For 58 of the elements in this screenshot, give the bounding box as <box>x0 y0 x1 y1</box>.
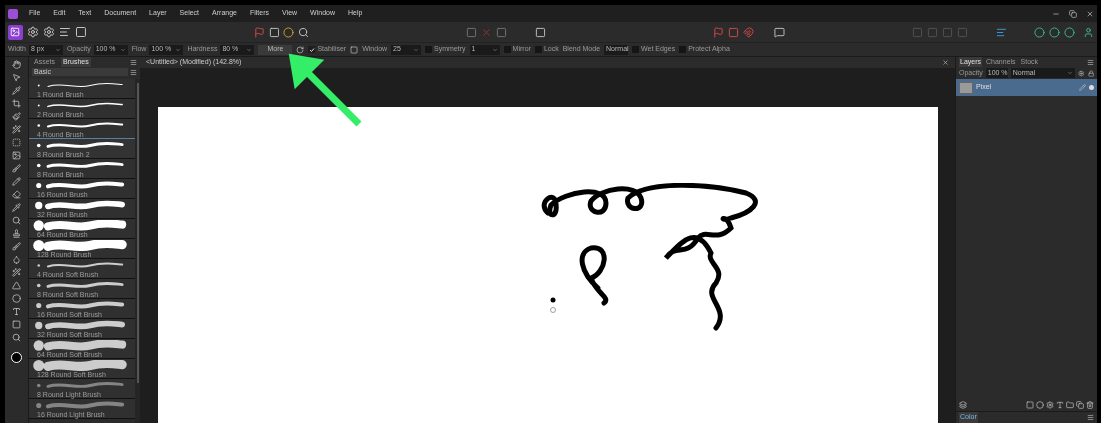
crop-icon[interactable] <box>12 99 21 108</box>
scrollbar[interactable] <box>135 79 140 423</box>
wand-icon[interactable] <box>12 125 21 134</box>
checkbox[interactable] <box>308 46 316 53</box>
pipette-icon[interactable] <box>12 86 21 95</box>
pointer-icon[interactable] <box>12 73 21 82</box>
zoom-icon[interactable] <box>12 333 21 342</box>
align-icon[interactable] <box>995 26 1007 38</box>
menu-icon[interactable] <box>1087 414 1094 421</box>
image-icon[interactable] <box>12 151 21 160</box>
menu-icon[interactable] <box>130 68 137 76</box>
text-icon[interactable] <box>1056 401 1064 409</box>
caret-icon <box>119 46 126 53</box>
text-icon[interactable] <box>12 307 21 316</box>
stamp-icon[interactable] <box>12 229 21 238</box>
caret-icon <box>175 46 182 53</box>
wand-icon[interactable] <box>12 268 21 277</box>
pencil-icon[interactable] <box>1079 84 1086 91</box>
lock-icon[interactable] <box>1087 69 1094 77</box>
tick-icon <box>308 46 315 53</box>
menu-icon[interactable] <box>1087 58 1094 66</box>
triangle-icon[interactable] <box>12 281 21 290</box>
menu-icon[interactable] <box>130 58 137 66</box>
folder-icon[interactable] <box>1066 401 1074 409</box>
caret-icon <box>413 46 420 53</box>
magnifier-icon[interactable] <box>298 26 310 38</box>
caret-icon <box>246 46 253 53</box>
app-logo-icon <box>8 8 18 19</box>
visibility-icon[interactable] <box>1089 85 1094 90</box>
hand-icon[interactable] <box>12 60 21 69</box>
user-icon[interactable] <box>1083 26 1095 38</box>
brush-icon[interactable] <box>12 242 21 251</box>
persona-button[interactable] <box>8 24 23 40</box>
restore-icon[interactable] <box>1069 9 1077 18</box>
brush-cursor-icon <box>549 297 557 313</box>
layer-thumbnail <box>959 81 973 94</box>
brush-icon[interactable] <box>12 112 21 121</box>
square-icon[interactable] <box>12 320 21 329</box>
close-icon[interactable] <box>1086 9 1094 18</box>
magnifier-icon[interactable] <box>12 216 21 225</box>
caret-icon <box>491 46 498 53</box>
brush-icon[interactable] <box>12 164 21 173</box>
pipette-icon[interactable] <box>12 203 21 212</box>
delete-icon[interactable] <box>1086 401 1094 409</box>
caret-icon <box>54 46 61 53</box>
selection-icon[interactable] <box>12 138 21 147</box>
eraser-icon[interactable] <box>12 190 21 199</box>
persona-icon <box>10 27 21 37</box>
drop-icon[interactable] <box>12 255 21 264</box>
close-icon[interactable] <box>942 59 949 66</box>
caret-icon <box>1067 70 1074 76</box>
pencil-icon[interactable] <box>12 177 21 186</box>
color-swatch-icon[interactable] <box>11 352 22 363</box>
circle-icon[interactable] <box>12 294 21 303</box>
copy-icon[interactable] <box>1076 401 1084 409</box>
layers-icon[interactable] <box>959 401 967 409</box>
chat-icon[interactable] <box>773 26 785 38</box>
flag-icon[interactable] <box>713 26 724 38</box>
